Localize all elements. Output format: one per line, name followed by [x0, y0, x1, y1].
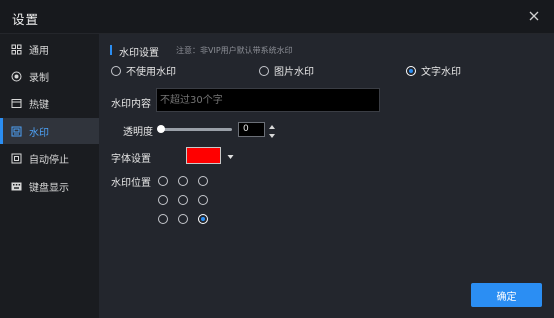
opacity-label: 透明度 — [123, 127, 153, 138]
spin-up-icon[interactable] — [268, 122, 276, 129]
position-bottom-center[interactable] — [178, 214, 188, 224]
position-top-right[interactable] — [198, 176, 208, 186]
opacity-slider-thumb[interactable] — [157, 125, 165, 133]
opacity-slider-track[interactable] — [160, 128, 232, 131]
radio-label: 不使用水印 — [126, 67, 176, 78]
position-bottom-right[interactable] — [198, 214, 208, 224]
watermark-icon — [11, 126, 22, 137]
position-bottom-left[interactable] — [158, 214, 168, 224]
close-icon[interactable] — [526, 8, 542, 24]
radio-circle — [259, 65, 269, 76]
sidebar-item-label: 热键 — [29, 99, 49, 111]
sidebar-item-label: 通用 — [29, 45, 49, 57]
watermark-text-input[interactable] — [156, 88, 380, 112]
auto-stop-icon — [11, 153, 22, 164]
content-label: 水印内容 — [111, 99, 151, 110]
window-title: 设置 — [12, 12, 40, 27]
opacity-value-input[interactable]: 0 — [238, 122, 265, 137]
title-bar: 设置 — [0, 0, 554, 34]
sidebar-item-label: 键盘显示 — [29, 182, 69, 194]
keyboard-icon — [11, 181, 22, 192]
sidebar-item-general[interactable]: 通用 — [0, 36, 99, 62]
record-icon — [11, 71, 22, 82]
watermark-panel: 水印设置 注意：非VIP用户默认带系统水印 不使用水印 图片水印 文字水印 水印… — [99, 34, 554, 318]
radio-image-watermark[interactable]: 图片水印 — [259, 63, 314, 78]
position-top-center[interactable] — [178, 176, 188, 186]
radio-label: 图片水印 — [274, 67, 314, 78]
sidebar-item-hotkey[interactable]: 热键 — [0, 90, 99, 116]
chevron-down-icon[interactable] — [227, 152, 234, 159]
radio-text-watermark[interactable]: 文字水印 — [406, 63, 461, 78]
position-label: 水印位置 — [111, 178, 151, 189]
sidebar: 通用 录制 热键 水印 自动停止 键盘显示 — [0, 34, 99, 318]
radio-no-watermark[interactable]: 不使用水印 — [111, 63, 176, 78]
font-label: 字体设置 — [111, 154, 151, 165]
position-middle-left[interactable] — [158, 195, 168, 205]
vip-note: 注意：非VIP用户默认带系统水印 — [176, 46, 293, 55]
font-color-swatch[interactable] — [186, 147, 221, 164]
position-middle-right[interactable] — [198, 195, 208, 205]
section-title: 水印设置 — [119, 48, 159, 59]
section-accent-bar — [110, 45, 112, 55]
radio-circle-selected — [406, 65, 416, 76]
sidebar-item-auto-stop[interactable]: 自动停止 — [0, 145, 99, 171]
settings-window: 设置 通用 录制 热键 水印 自动停止 键盘显示 水印设置 注意：非VIP用户默… — [0, 0, 554, 318]
sidebar-item-label: 自动停止 — [29, 154, 69, 166]
radio-label: 文字水印 — [421, 67, 461, 78]
sidebar-item-label: 水印 — [29, 127, 49, 139]
sidebar-item-keyboard[interactable]: 键盘显示 — [0, 173, 99, 199]
radio-circle — [111, 65, 121, 76]
spin-down-icon[interactable] — [268, 131, 276, 138]
position-middle-center[interactable] — [178, 195, 188, 205]
sidebar-item-record[interactable]: 录制 — [0, 63, 99, 89]
position-top-left[interactable] — [158, 176, 168, 186]
sidebar-item-label: 录制 — [29, 72, 49, 84]
grid-icon — [11, 44, 22, 55]
sidebar-item-watermark[interactable]: 水印 — [0, 118, 99, 144]
confirm-button[interactable]: 确定 — [471, 283, 542, 307]
hotkey-icon — [11, 98, 22, 109]
